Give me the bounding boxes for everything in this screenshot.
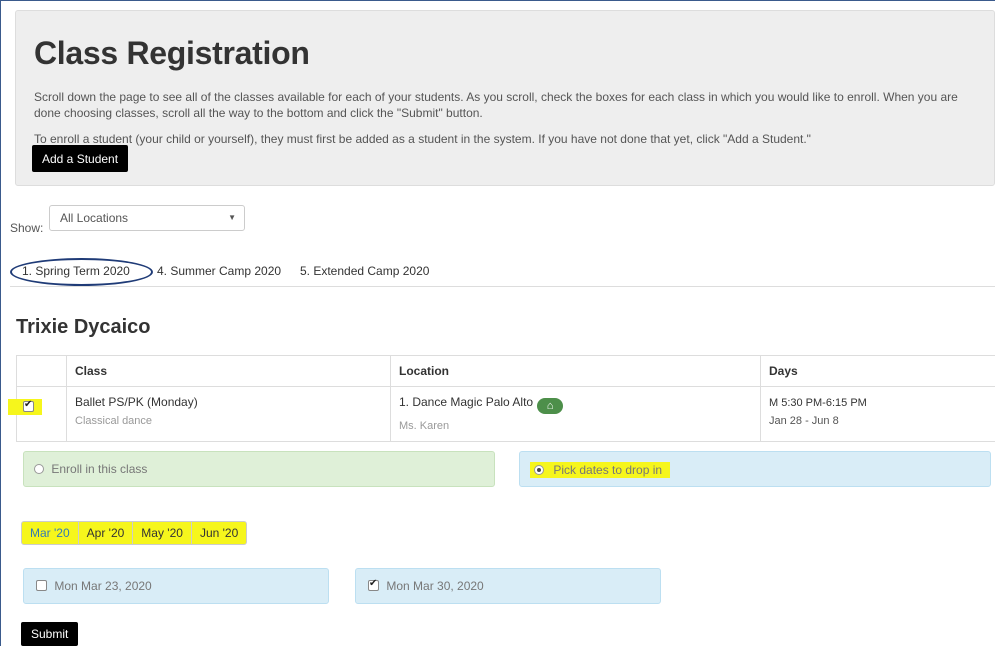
date-label-mar-30: Mon Mar 30, 2020: [386, 579, 484, 593]
class-time: M 5:30 PM-6:15 PM: [769, 397, 867, 409]
header-class: Class: [66, 356, 390, 386]
date-option-mar-23[interactable]: Mon Mar 23, 2020: [23, 568, 329, 604]
tab-spring-term-2020[interactable]: 1. Spring Term 2020: [22, 264, 130, 278]
select-cell: [8, 387, 66, 441]
page-title: Class Registration: [34, 35, 310, 71]
show-label: Show:: [10, 221, 44, 235]
month-mar-2020[interactable]: Mar '20: [22, 522, 78, 544]
month-jun-2020[interactable]: Jun '20: [190, 522, 246, 544]
dropin-highlight: Pick dates to drop in: [530, 462, 671, 478]
date-checkbox-mar-23[interactable]: [36, 580, 47, 591]
header-location: Location: [390, 356, 760, 386]
dropin-label: Pick dates to drop in: [553, 463, 663, 477]
tab-summer-camp-2020[interactable]: 4. Summer Camp 2020: [157, 264, 281, 278]
intro-panel: Class Registration Scroll down the page …: [15, 10, 995, 186]
month-selector: Mar '20 Apr '20 May '20 Jun '20: [21, 521, 248, 545]
intro-text: Scroll down the page to see all of the c…: [34, 90, 958, 120]
dropin-option[interactable]: Pick dates to drop in: [519, 451, 991, 487]
class-name: Ballet PS/PK (Monday): [75, 395, 198, 409]
location-cell: 1. Dance Magic Palo Alto ⌂ Ms. Karen: [390, 387, 760, 441]
submit-button[interactable]: Submit: [21, 622, 79, 646]
date-option-mar-30[interactable]: Mon Mar 30, 2020: [355, 568, 661, 604]
class-description: Classical dance: [75, 415, 153, 427]
class-dates: Jan 28 - Jun 8: [769, 415, 839, 427]
class-table: Class Location Days Ballet PS/PK (Monday…: [8, 355, 995, 442]
tab-extended-camp-2020[interactable]: 5. Extended Camp 2020: [300, 264, 429, 278]
table-header: Class Location Days: [16, 355, 995, 386]
instructions-text: To enroll a student (your child or yours…: [34, 132, 811, 146]
enroll-label: Enroll in this class: [51, 462, 148, 476]
enroll-radio[interactable]: [34, 464, 44, 474]
days-cell: M 5:30 PM-6:15 PM Jan 28 - Jun 8: [760, 387, 995, 441]
date-checkbox-mar-30[interactable]: [368, 578, 379, 591]
dropin-radio[interactable]: [534, 465, 544, 475]
term-tabs: 1. Spring Term 2020 4. Summer Camp 2020 …: [10, 258, 995, 287]
date-label-mar-23: Mon Mar 23, 2020: [54, 579, 152, 593]
header-days: Days: [760, 356, 995, 386]
month-apr-2020[interactable]: Apr '20: [77, 522, 133, 544]
location-select[interactable]: All Locations ▼: [49, 205, 245, 231]
month-may-2020[interactable]: May '20: [132, 522, 191, 544]
class-checkbox[interactable]: [23, 399, 34, 412]
class-cell: Ballet PS/PK (Monday) Classical dance: [66, 387, 390, 441]
student-name: Trixie Dycaico: [16, 316, 151, 338]
table-row: Ballet PS/PK (Monday) Classical dance 1.…: [8, 386, 995, 442]
enroll-option[interactable]: Enroll in this class: [23, 451, 495, 487]
header-select: [16, 356, 66, 386]
add-student-button[interactable]: Add a Student: [32, 145, 129, 172]
location-name: 1. Dance Magic Palo Alto: [399, 395, 534, 409]
location-select-value: All Locations: [60, 211, 129, 225]
home-icon[interactable]: ⌂: [537, 398, 564, 414]
chevron-down-icon: ▼: [228, 213, 236, 222]
teacher-name: Ms. Karen: [399, 420, 450, 432]
